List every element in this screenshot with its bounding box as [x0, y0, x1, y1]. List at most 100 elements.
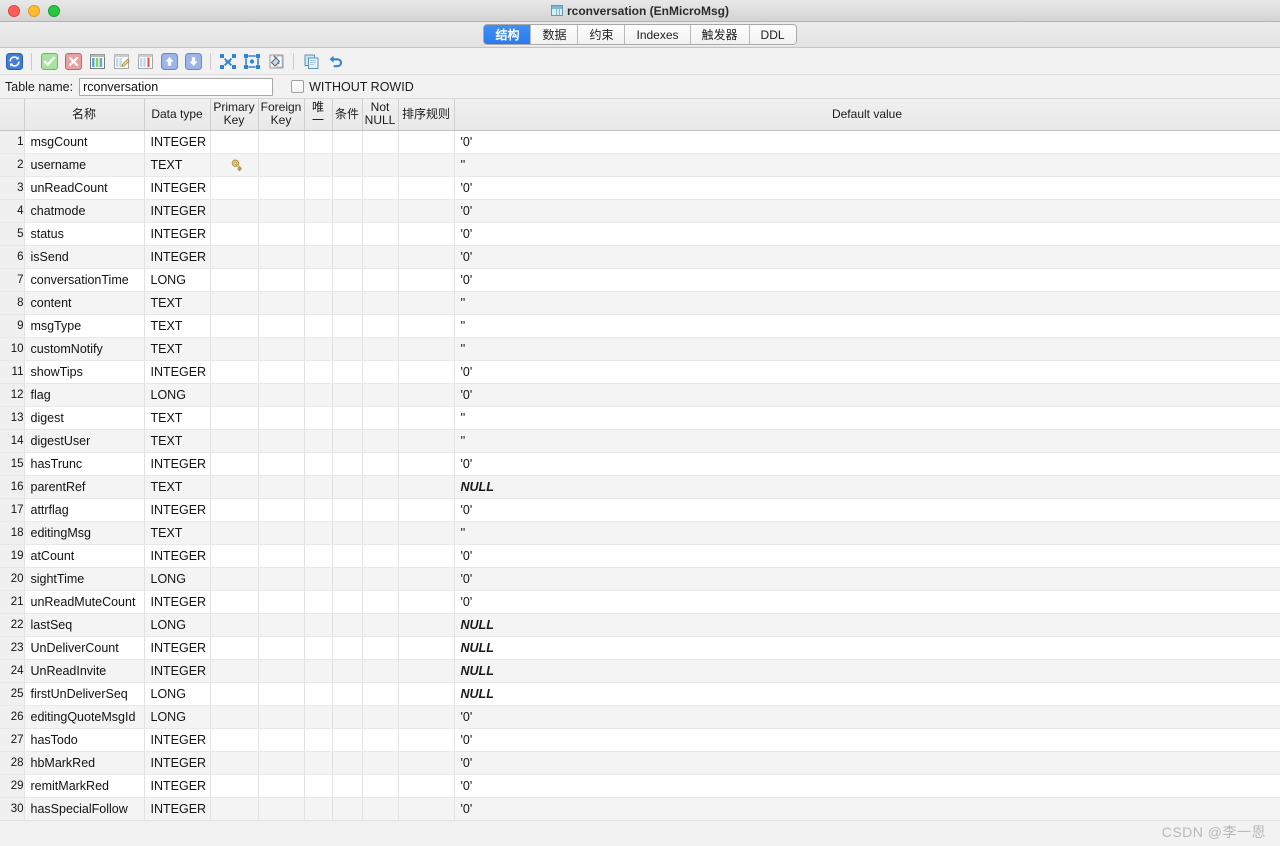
check-cell[interactable]: [332, 774, 363, 798]
foreign-key-cell[interactable]: [258, 199, 305, 223]
header-foreign-key[interactable]: Foreign Key: [258, 99, 305, 131]
default-value-cell[interactable]: '0': [454, 383, 1280, 407]
table-row[interactable]: 29 remitMarkRed INTEGER '0': [0, 774, 1280, 798]
default-value-cell[interactable]: '': [454, 521, 1280, 545]
primary-key-cell[interactable]: [210, 751, 259, 775]
default-value-cell[interactable]: '0': [454, 498, 1280, 522]
table-row[interactable]: 19 atCount INTEGER '0': [0, 544, 1280, 568]
default-value-cell[interactable]: '0': [454, 544, 1280, 568]
header-default-value[interactable]: Default value: [454, 99, 1280, 131]
collate-cell[interactable]: [398, 314, 455, 338]
foreign-key-cell[interactable]: [258, 337, 305, 361]
delete-column-icon[interactable]: [134, 51, 156, 72]
check-cell[interactable]: [332, 613, 363, 637]
check-cell[interactable]: [332, 475, 363, 499]
collate-cell[interactable]: [398, 176, 455, 200]
not-null-cell[interactable]: [362, 314, 399, 338]
foreign-key-cell[interactable]: [258, 314, 305, 338]
field-name-cell[interactable]: unReadMuteCount: [24, 590, 145, 614]
field-name-cell[interactable]: lastSeq: [24, 613, 145, 637]
foreign-key-cell[interactable]: [258, 383, 305, 407]
collate-cell[interactable]: [398, 383, 455, 407]
table-row[interactable]: 14 digestUser TEXT '': [0, 429, 1280, 453]
field-name-cell[interactable]: parentRef: [24, 475, 145, 499]
default-value-cell[interactable]: '': [454, 314, 1280, 338]
table-row[interactable]: 3 unReadCount INTEGER '0': [0, 176, 1280, 200]
field-type-cell[interactable]: INTEGER: [144, 199, 211, 223]
unique-cell[interactable]: [304, 728, 333, 752]
collate-cell[interactable]: [398, 521, 455, 545]
not-null-cell[interactable]: [362, 199, 399, 223]
field-type-cell[interactable]: INTEGER: [144, 636, 211, 660]
table-row[interactable]: 15 hasTrunc INTEGER '0': [0, 452, 1280, 476]
unique-cell[interactable]: [304, 705, 333, 729]
unique-cell[interactable]: [304, 360, 333, 384]
header-not-null[interactable]: Not NULL: [362, 99, 399, 131]
not-null-cell[interactable]: [362, 406, 399, 430]
not-null-cell[interactable]: [362, 774, 399, 798]
field-type-cell[interactable]: LONG: [144, 383, 211, 407]
check-cell[interactable]: [332, 797, 363, 821]
foreign-key-cell[interactable]: [258, 406, 305, 430]
field-name-cell[interactable]: msgCount: [24, 130, 145, 154]
table-row[interactable]: 7 conversationTime LONG '0': [0, 268, 1280, 292]
default-value-cell[interactable]: '0': [454, 222, 1280, 246]
default-value-cell[interactable]: '0': [454, 590, 1280, 614]
table-row[interactable]: 23 UnDeliverCount INTEGER NULL: [0, 636, 1280, 660]
field-name-cell[interactable]: attrflag: [24, 498, 145, 522]
field-name-cell[interactable]: hasSpecialFollow: [24, 797, 145, 821]
unique-cell[interactable]: [304, 475, 333, 499]
field-type-cell[interactable]: TEXT: [144, 475, 211, 499]
foreign-key-cell[interactable]: [258, 774, 305, 798]
default-value-cell[interactable]: '': [454, 291, 1280, 315]
unique-cell[interactable]: [304, 751, 333, 775]
fields-grid-container[interactable]: 名称 Data type Primary Key Foreign Key 唯一 …: [0, 99, 1280, 845]
collate-cell[interactable]: [398, 222, 455, 246]
table-row[interactable]: 13 digest TEXT '': [0, 406, 1280, 430]
primary-key-cell[interactable]: [210, 176, 259, 200]
field-type-cell[interactable]: INTEGER: [144, 452, 211, 476]
foreign-key-cell[interactable]: [258, 521, 305, 545]
field-type-cell[interactable]: INTEGER: [144, 245, 211, 269]
field-type-cell[interactable]: TEXT: [144, 153, 211, 177]
default-value-cell[interactable]: '0': [454, 751, 1280, 775]
check-cell[interactable]: [332, 567, 363, 591]
check-cell[interactable]: [332, 199, 363, 223]
unique-cell[interactable]: [304, 406, 333, 430]
rollback-icon[interactable]: [62, 51, 84, 72]
not-null-cell[interactable]: [362, 613, 399, 637]
primary-key-cell[interactable]: [210, 613, 259, 637]
primary-key-cell[interactable]: [210, 659, 259, 683]
field-name-cell[interactable]: chatmode: [24, 199, 145, 223]
expand-all-icon[interactable]: [241, 51, 263, 72]
field-type-cell[interactable]: INTEGER: [144, 728, 211, 752]
field-type-cell[interactable]: INTEGER: [144, 176, 211, 200]
unique-cell[interactable]: [304, 291, 333, 315]
not-null-cell[interactable]: [362, 222, 399, 246]
unique-cell[interactable]: [304, 199, 333, 223]
foreign-key-cell[interactable]: [258, 475, 305, 499]
unique-cell[interactable]: [304, 590, 333, 614]
unique-cell[interactable]: [304, 797, 333, 821]
header-primary-key[interactable]: Primary Key: [210, 99, 259, 131]
check-cell[interactable]: [332, 245, 363, 269]
default-value-cell[interactable]: '0': [454, 360, 1280, 384]
check-cell[interactable]: [332, 314, 363, 338]
unique-cell[interactable]: [304, 544, 333, 568]
field-name-cell[interactable]: isSend: [24, 245, 145, 269]
refresh-icon[interactable]: [3, 51, 25, 72]
not-null-cell[interactable]: [362, 337, 399, 361]
foreign-key-cell[interactable]: [258, 728, 305, 752]
primary-key-cell[interactable]: [210, 590, 259, 614]
default-value-cell[interactable]: '0': [454, 176, 1280, 200]
table-row[interactable]: 9 msgType TEXT '': [0, 314, 1280, 338]
copy-icon[interactable]: [300, 51, 322, 72]
foreign-key-cell[interactable]: [258, 544, 305, 568]
collate-cell[interactable]: [398, 429, 455, 453]
field-name-cell[interactable]: editingQuoteMsgId: [24, 705, 145, 729]
collate-cell[interactable]: [398, 291, 455, 315]
field-type-cell[interactable]: INTEGER: [144, 797, 211, 821]
default-value-cell[interactable]: '0': [454, 728, 1280, 752]
collate-cell[interactable]: [398, 245, 455, 269]
header-name[interactable]: 名称: [24, 99, 145, 131]
